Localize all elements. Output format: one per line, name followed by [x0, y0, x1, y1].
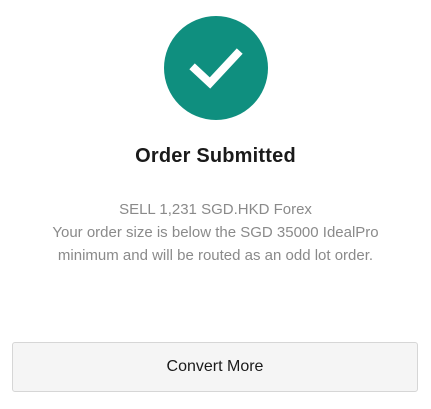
order-confirmation-dialog: Order Submitted SELL 1,231 SGD.HKD Forex… — [0, 0, 431, 409]
convert-more-button[interactable]: Convert More — [12, 342, 418, 392]
checkmark-icon — [189, 48, 243, 89]
odd-lot-note-line-2: minimum and will be routed as an odd lot… — [57, 247, 374, 264]
order-message: SELL 1,231 SGD.HKD Forex Your order size… — [20, 198, 411, 267]
order-summary: SELL 1,231 SGD.HKD Forex — [119, 201, 312, 218]
odd-lot-note-line-1: Your order size is below the SGD 35000 I… — [52, 224, 379, 241]
success-badge — [164, 16, 268, 120]
page-title: Order Submitted — [135, 145, 296, 167]
